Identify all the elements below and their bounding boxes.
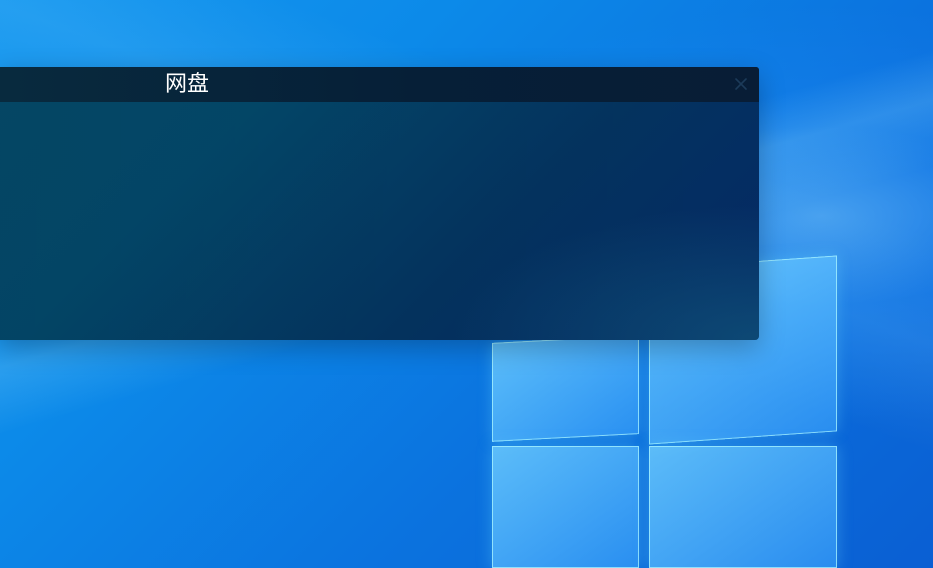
window-title: 网盘: [165, 72, 210, 97]
windows-logo-pane-top-left: [492, 335, 639, 442]
close-icon: [735, 78, 747, 90]
window-title-bar[interactable]: 网盘: [0, 67, 759, 102]
windows-logo-pane-bottom-left: [492, 446, 639, 568]
windows-logo-pane-bottom-right: [649, 446, 837, 568]
cloud-drive-window: 网盘: [0, 67, 759, 340]
window-content-area: [0, 102, 759, 340]
desktop: 网盘: [0, 0, 933, 568]
close-button[interactable]: [731, 74, 751, 94]
